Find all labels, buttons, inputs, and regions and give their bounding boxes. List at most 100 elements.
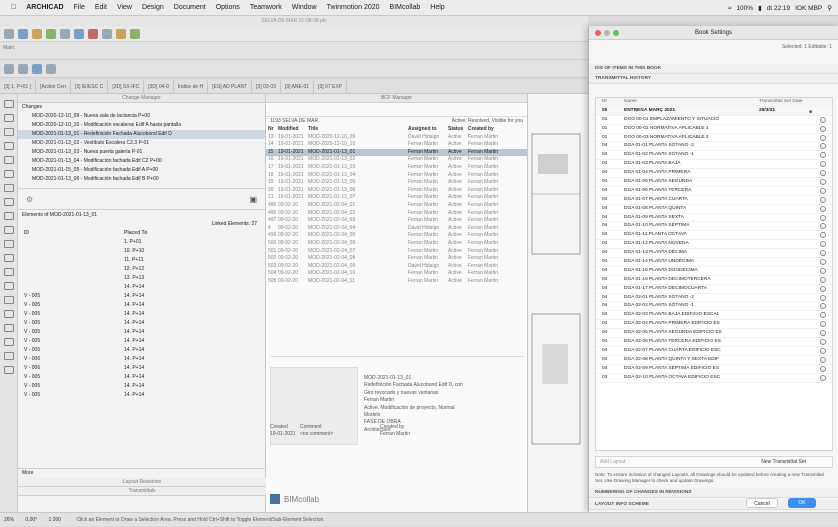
transmittal-row[interactable]: 04 DGA 01-15 PLANTA DUODÉCIMA i (596, 267, 832, 276)
tab-5[interactable]: [3D] 04-0 (144, 79, 174, 94)
info-icon[interactable]: i (820, 241, 826, 248)
menu-document[interactable]: Document (169, 4, 211, 11)
transmittal-row[interactable]: 04 DGA 02-09 PLANTA SÉPTIMA EDIFICIO ES i (596, 365, 832, 374)
measure-icon[interactable] (102, 28, 112, 39)
element-row[interactable]: V - 005 14. P+14 (18, 301, 265, 310)
change-row[interactable]: MOD-2021-01-13_04 - Modificación fachada… (18, 157, 265, 166)
element-row[interactable]: V - 005 14. P+14 (18, 292, 265, 301)
transmittal-row[interactable]: 01 DGO 00-03 NORMATIVA APLICABLE 2i (596, 134, 832, 143)
settings-icon[interactable]: ⚙ (26, 195, 33, 204)
door-tool-icon[interactable] (4, 128, 14, 136)
info-icon[interactable]: i (820, 116, 826, 123)
tab-4[interactable]: [3D] SX-IFC (108, 79, 145, 94)
info-icon[interactable]: i (820, 339, 826, 346)
layout-revisions-header[interactable]: Layout Revisions (18, 478, 266, 487)
issue-row[interactable]: 497 09-02-20 MOD-2021-02-04_03 Ferran Marti… (266, 217, 527, 225)
element-row[interactable]: V - 005 14. P+14 (18, 337, 265, 346)
transmittal-row[interactable]: 04 DGA 02-06 PLANTA TERCERA EDIFICIO ES i (596, 338, 832, 347)
info-icon[interactable]: i (820, 294, 826, 301)
tab-2[interactable]: [Action Cen (36, 79, 71, 94)
menu-options[interactable]: Options (211, 4, 245, 11)
issue-row[interactable]: 4 09-02-20 MOD-2021-02-04_04 David Hidalgo A… (266, 225, 527, 233)
element-row[interactable]: 12. P+12 (18, 265, 265, 274)
element-row[interactable]: V - 005 14. P+14 (18, 346, 265, 355)
arc-tool-icon[interactable] (4, 324, 14, 332)
info-icon[interactable]: i (820, 330, 826, 337)
change-row[interactable]: MOD-2020-12-10_10 - Modificación escaler… (18, 121, 265, 130)
zoom-window-icon[interactable] (613, 30, 619, 36)
transmittal-row[interactable]: 04 DGA 01-06 PLANTA TERCERA i (596, 187, 832, 196)
ids-section-header[interactable]: IDS OF ITEMS IN THIS BOOK (589, 64, 838, 74)
cancel-button[interactable]: Cancel (746, 498, 778, 508)
change-row-selected[interactable]: MOD-2021-01-13_01 - Redefinición Fachada… (18, 130, 265, 139)
add-layout-button[interactable]: Add Layout (600, 459, 625, 465)
object-tool-icon[interactable] (4, 226, 14, 234)
transmittal-set-row[interactable]: 05 ENTREGA MARÇ 2021 29/3/21 ■ (596, 106, 832, 116)
transmittal-row[interactable]: 04 DGA 01-02 PLANTA SÓTANO -1 i (596, 151, 832, 161)
element-row[interactable]: V - 005 14. P+14 (18, 328, 265, 337)
wifi-icon[interactable]: ≈ (728, 5, 732, 12)
info-icon[interactable]: i (820, 285, 826, 292)
transmittal-row[interactable]: 04 DGA 01-09 PLANTA SEXTA i (596, 214, 832, 223)
fill-tool-icon[interactable] (4, 338, 14, 346)
change-row[interactable]: MOD-2021-01-15_05 - Modificación fachada… (18, 166, 265, 175)
menu-help[interactable]: Help (425, 4, 449, 11)
element-row[interactable]: V - 005 14. P+14 (18, 391, 265, 400)
element-row[interactable]: 1. P+01 (18, 238, 265, 247)
issue-row[interactable]: 486 09-02-20 MOD-2021-02-04_01 Ferran Marti… (266, 202, 527, 210)
info-icon[interactable]: i (820, 134, 826, 141)
issue-row[interactable]: 502 09-02-20 MOD-2021-02-04_08 Ferran Marti… (266, 255, 527, 263)
grid-icon[interactable] (60, 28, 70, 39)
issue-row[interactable]: 19 19-01-2021 MOD-2021-01-13_05 Ferran Mart… (266, 179, 527, 187)
zoom-level[interactable]: 26% (4, 517, 14, 523)
menu-app[interactable]: ARCHICAD (21, 4, 68, 11)
undo-icon[interactable] (4, 28, 14, 39)
transmittal-row[interactable]: 04 DGA 01-10 PLANTA SÉPTIMA i (596, 222, 832, 232)
tab-1[interactable]: [3] 1. P+01 [ (0, 79, 37, 94)
issue-row[interactable]: 14 19-01-2021 MOD-2020-12-10_10 Ferran Mart… (266, 141, 527, 149)
label-tool-icon[interactable] (4, 296, 14, 304)
tab-6[interactable]: Índice de H (174, 79, 209, 94)
search-icon[interactable]: ⚲ (827, 4, 832, 12)
tab-7[interactable]: [ES] AD PLANT (208, 79, 253, 94)
view-icon[interactable] (116, 28, 126, 39)
element-row[interactable]: 10. P+10 (18, 247, 265, 256)
info-icon[interactable]: i (820, 214, 826, 221)
close-window-icon[interactable] (595, 30, 601, 36)
change-row[interactable]: MOD-2021-01-13_02 - Vestíbulo Escalera C… (18, 139, 265, 148)
transmittal-row[interactable]: 01 DGO 00-02 NORMATIVA APLICABLE 1i (596, 125, 832, 134)
menu-bimcollab[interactable]: BIMcollab (385, 4, 426, 11)
save-icon[interactable]: ▣ (249, 195, 257, 204)
mesh-tool-icon[interactable] (4, 254, 14, 262)
issue-row[interactable]: 504 09-02-20 MOD-2021-02-04_10 Ferran Marti… (266, 270, 527, 278)
transmittal-row[interactable]: 04 DGA 01-16 PLANTA DECIMOTERCERA i (596, 276, 832, 285)
menu-twinmotion[interactable]: Twinmotion 2020 (322, 4, 385, 11)
transmittal-row[interactable]: 04 DGA 01-12 PLANTA NOVENA i (596, 240, 832, 250)
text-tool-icon[interactable] (4, 282, 14, 290)
more-toggle[interactable]: More (18, 469, 266, 478)
element-row[interactable]: 11. P+11 (18, 256, 265, 265)
change-row[interactable]: MOD-2021-01-13_06 - Modificación fachada… (18, 175, 265, 184)
info-icon[interactable]: i (820, 179, 826, 186)
issue-filter[interactable]: Active, Resolved, Visible for you (452, 117, 523, 126)
angle-value[interactable]: 0,00° (25, 517, 37, 523)
transmittal-row[interactable]: 04 DGA 01-11 PLANTA OCTAVA i (596, 231, 832, 241)
element-row[interactable]: 14. P+14 (18, 283, 265, 292)
elements-header[interactable]: Elements of MOD-2021-01-13_01 (18, 210, 265, 220)
info-icon[interactable]: i (820, 321, 826, 328)
issue-row[interactable]: 13 19-01-2021 MOD-2020-12-10_09 David Hidal… (266, 134, 527, 142)
info-icon[interactable]: i (820, 267, 826, 274)
transmittal-row[interactable]: 04 DGA 01-03 PLANTA BAJA i (596, 160, 832, 170)
apple-icon[interactable]:  (6, 4, 21, 11)
menu-design[interactable]: Design (137, 4, 169, 11)
info-icon[interactable]: i (820, 196, 826, 203)
element-row[interactable]: V - 006 14. P+14 (18, 364, 265, 373)
transmittal-row[interactable]: 04 DGA 01-13 PLANTA DÉCIMA i (596, 249, 832, 259)
issue-row[interactable]: 499 09-02-20 MOD-2021-02-04_05 Ferran Marti… (266, 232, 527, 240)
snap-icon[interactable] (74, 28, 84, 39)
transmittal-row[interactable]: 01 DGO 00-01 EMPLAZAMIENTO Y SITUACIÓ i (596, 116, 832, 125)
issue-row[interactable]: 16 19-01-2021 MOD-2021-01-13_02 Ferran Mart… (266, 156, 527, 164)
info-icon[interactable]: i (820, 187, 826, 194)
transmittal-row[interactable]: 04 DGA 01-05 PLANTA SEGUNDA i (596, 178, 832, 187)
issue-row[interactable]: 503 09-02-20 MOD-2021-02-04_09 David Hidalg… (266, 263, 527, 271)
